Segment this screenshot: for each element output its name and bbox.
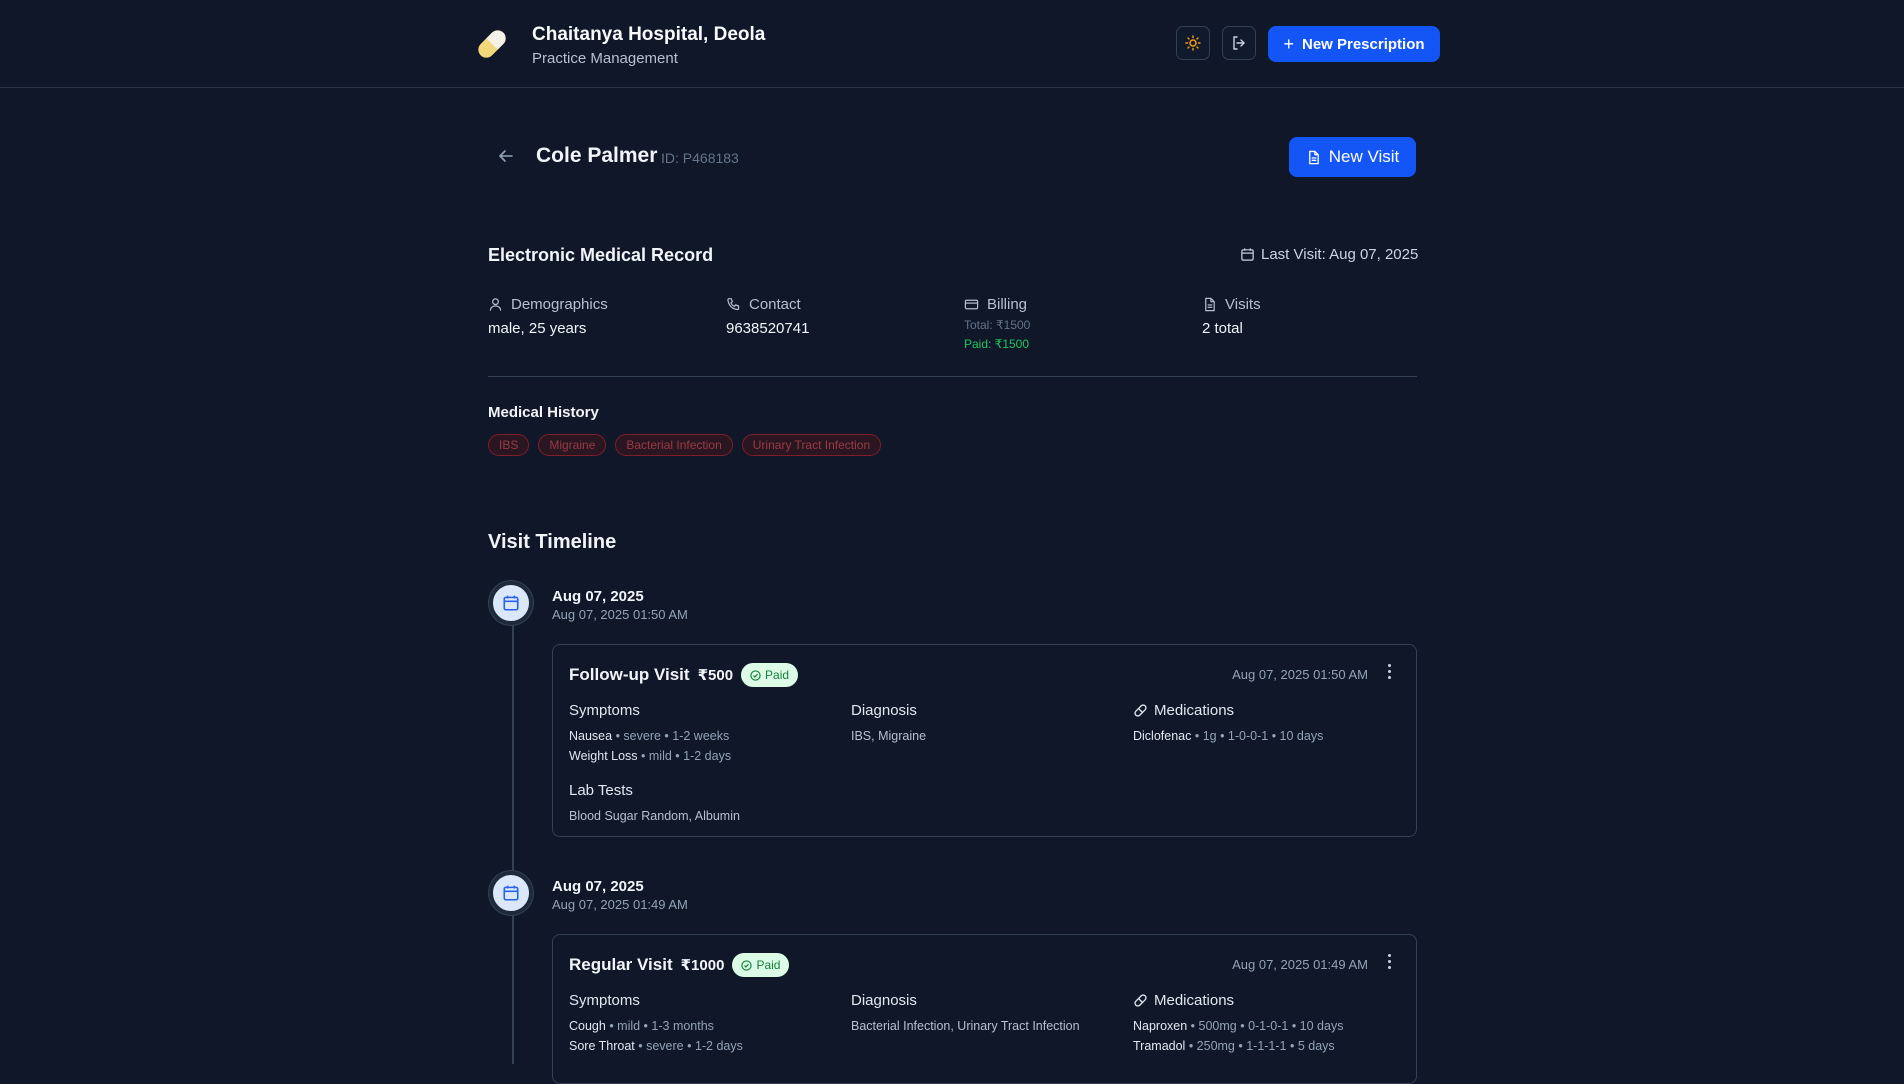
billing-stat: Billing Total: ₹1500 Paid: ₹1500 bbox=[964, 294, 1031, 352]
history-tag: Urinary Tract Infection bbox=[741, 434, 882, 456]
emr-title: Electronic Medical Record bbox=[488, 245, 714, 265]
paid-badge: Paid bbox=[741, 663, 799, 687]
medical-history-tags: IBS Migraine Bacterial Infection Urinary… bbox=[488, 434, 882, 456]
patient-id: ID: P468183 bbox=[661, 150, 739, 166]
demographics-stat: Demographics male, 25 years bbox=[488, 294, 608, 338]
calendar-icon bbox=[1241, 248, 1254, 261]
diagnosis-label: Diagnosis bbox=[851, 701, 917, 719]
medications-section: Medications Naproxen • 500mg • 0-1-0-1 •… bbox=[1133, 990, 1393, 1056]
new-visit-button[interactable]: New Visit bbox=[1289, 137, 1416, 177]
visits-stat: Visits 2 total bbox=[1202, 294, 1261, 338]
last-visit: Last Visit: Aug 07, 2025 bbox=[1240, 246, 1418, 263]
check-circle-icon bbox=[741, 959, 753, 971]
medications-section: Medications Diclofenac • 1g • 1-0-0-1 • … bbox=[1133, 700, 1393, 746]
paid-label: Paid bbox=[756, 958, 781, 972]
new-prescription-button[interactable]: + New Prescription bbox=[1268, 26, 1440, 62]
logout-button[interactable] bbox=[1222, 26, 1256, 60]
pill-icon bbox=[1134, 993, 1147, 1007]
medication-item: Naproxen • 500mg • 0-1-0-1 • 10 days bbox=[1133, 1019, 1344, 1033]
visit-timeline-title: Visit Timeline bbox=[488, 531, 617, 553]
user-icon bbox=[489, 297, 502, 311]
back-arrow-icon[interactable] bbox=[496, 146, 516, 166]
file-icon bbox=[1205, 297, 1215, 311]
top-header: Chaitanya Hospital, Deola Practice Manag… bbox=[0, 0, 1904, 88]
medication-item: Tramadol • 250mg • 1-1-1-1 • 5 days bbox=[1133, 1039, 1335, 1053]
medication-item: Diclofenac • 1g • 1-0-0-1 • 10 days bbox=[1133, 729, 1324, 743]
visit-time: Aug 07, 2025 01:49 AM bbox=[552, 897, 688, 912]
sun-icon bbox=[1185, 35, 1201, 51]
contact-stat: Contact 9638520741 bbox=[726, 294, 810, 338]
history-tag: Migraine bbox=[538, 434, 607, 456]
paid-label: Paid bbox=[765, 668, 790, 682]
symptom-item: Nausea • severe • 1-2 weeks bbox=[569, 729, 730, 743]
visits-label: Visits bbox=[1225, 295, 1261, 313]
symptom-item: Cough • mild • 1-3 months bbox=[569, 1019, 714, 1033]
symptom-item: Sore Throat • severe • 1-2 days bbox=[569, 1039, 743, 1053]
visit-fee: ₹500 bbox=[697, 667, 734, 684]
paid-badge: Paid bbox=[732, 953, 790, 977]
medical-history-title: Medical History bbox=[488, 404, 599, 421]
visit-fee: ₹1000 bbox=[680, 957, 725, 974]
history-tag: Bacterial Infection bbox=[615, 434, 733, 456]
divider bbox=[488, 376, 1417, 377]
credit-card-icon bbox=[964, 299, 979, 309]
theme-toggle-button[interactable] bbox=[1176, 26, 1210, 60]
pill-icon bbox=[1134, 703, 1147, 717]
medications-label: Medications bbox=[1154, 991, 1235, 1009]
symptom-item: Weight Loss • mild • 1-2 days bbox=[569, 749, 732, 763]
billing-label: Billing bbox=[987, 295, 1028, 313]
visit-timestamp: Aug 07, 2025 01:50 AM bbox=[1232, 667, 1368, 682]
visit-date: Aug 07, 2025 bbox=[552, 878, 644, 895]
hospital-subtitle: Practice Management bbox=[532, 50, 678, 67]
last-visit-text: Last Visit: Aug 07, 2025 bbox=[1261, 246, 1419, 263]
lab-tests-label: Lab Tests bbox=[569, 781, 633, 799]
visit-timestamp: Aug 07, 2025 01:49 AM bbox=[1232, 957, 1368, 972]
contact-label: Contact bbox=[749, 295, 801, 313]
demographics-value: male, 25 years bbox=[488, 320, 587, 337]
patient-name: Cole Palmer bbox=[536, 144, 658, 167]
lab-tests-value: Blood Sugar Random, Albumin bbox=[569, 809, 740, 823]
visits-value: 2 total bbox=[1202, 320, 1243, 337]
pill-icon bbox=[478, 30, 506, 58]
demographics-label: Demographics bbox=[511, 295, 608, 313]
phone-icon bbox=[727, 297, 740, 310]
timeline-line bbox=[512, 624, 514, 1064]
history-tag: IBS bbox=[488, 434, 530, 456]
hospital-name: Chaitanya Hospital, Deola bbox=[532, 24, 766, 45]
document-icon bbox=[1308, 150, 1319, 164]
new-visit-label: New Visit bbox=[1328, 147, 1400, 166]
diagnosis-section: Diagnosis IBS, Migraine bbox=[851, 700, 1111, 746]
symptoms-section: Symptoms Nausea • severe • 1-2 weeks Wei… bbox=[569, 700, 829, 766]
diagnosis-value: IBS, Migraine bbox=[851, 729, 927, 743]
diagnosis-section: Diagnosis Bacterial Infection, Urinary T… bbox=[851, 990, 1111, 1036]
symptoms-label: Symptoms bbox=[569, 991, 640, 1009]
more-options-icon[interactable] bbox=[1384, 661, 1394, 681]
contact-value: 9638520741 bbox=[726, 320, 810, 337]
calendar-icon bbox=[503, 595, 519, 611]
check-circle-icon bbox=[750, 669, 761, 681]
new-prescription-label: New Prescription bbox=[1301, 35, 1425, 53]
symptoms-section: Symptoms Cough • mild • 1-3 months Sore … bbox=[569, 990, 829, 1056]
lab-tests-section: Lab Tests Blood Sugar Random, Albumin bbox=[569, 780, 829, 826]
visit-card: Follow-up Visit ₹500 Paid Aug 07, 2025 0… bbox=[552, 644, 1417, 837]
medications-label: Medications bbox=[1154, 701, 1235, 719]
billing-paid: Paid: ₹1500 bbox=[964, 337, 1030, 351]
visit-date: Aug 07, 2025 bbox=[552, 588, 644, 605]
visit-type: Regular Visit bbox=[569, 955, 673, 974]
visit-type: Follow-up Visit bbox=[569, 665, 690, 684]
logout-icon bbox=[1233, 36, 1245, 50]
visit-card: Regular Visit ₹1000 Paid Aug 07, 2025 01… bbox=[552, 934, 1417, 1084]
timeline-node bbox=[489, 871, 533, 915]
plus-icon: + bbox=[1283, 34, 1294, 54]
calendar-icon bbox=[503, 885, 519, 901]
timeline-node bbox=[489, 581, 533, 625]
diagnosis-label: Diagnosis bbox=[851, 991, 917, 1009]
diagnosis-value: Bacterial Infection, Urinary Tract Infec… bbox=[851, 1019, 1080, 1033]
symptoms-label: Symptoms bbox=[569, 701, 640, 719]
visit-time: Aug 07, 2025 01:50 AM bbox=[552, 607, 688, 622]
more-options-icon[interactable] bbox=[1384, 951, 1394, 971]
billing-total: Total: ₹1500 bbox=[964, 318, 1031, 332]
